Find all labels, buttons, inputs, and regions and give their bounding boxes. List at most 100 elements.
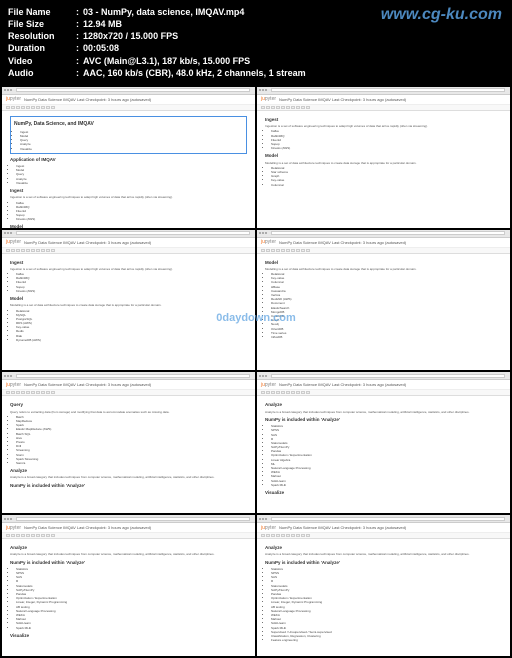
- toolbar-button[interactable]: [261, 249, 265, 252]
- toolbar-button[interactable]: [276, 106, 280, 109]
- list-item: DynamoDB (AWS): [16, 338, 247, 342]
- toolbar-button[interactable]: [271, 391, 275, 394]
- toolbar-button[interactable]: [301, 391, 305, 394]
- toolbar-button[interactable]: [36, 106, 40, 109]
- toolbar-button[interactable]: [41, 106, 45, 109]
- toolbar-button[interactable]: [261, 106, 265, 109]
- toolbar-button[interactable]: [11, 391, 15, 394]
- toolbar-button[interactable]: [6, 391, 10, 394]
- toolbar-button[interactable]: [16, 391, 20, 394]
- watermark-mid: 0daydown.com: [216, 312, 295, 324]
- toolbar-button[interactable]: [41, 391, 45, 394]
- toolbar-button[interactable]: [6, 534, 10, 537]
- toolbar-button[interactable]: [16, 534, 20, 537]
- toolbar-button[interactable]: [41, 534, 45, 537]
- toolbar-button[interactable]: [291, 106, 295, 109]
- toolbar-button[interactable]: [286, 534, 290, 537]
- toolbar-button[interactable]: [281, 106, 285, 109]
- toolbar-button[interactable]: [301, 249, 305, 252]
- toolbar-button[interactable]: [11, 534, 15, 537]
- toolbar-button[interactable]: [276, 534, 280, 537]
- thumbnail-1[interactable]: jupyterNumPy Data Science IMQAV Last Che…: [2, 87, 255, 228]
- toolbar-button[interactable]: [281, 391, 285, 394]
- toolbar-button[interactable]: [46, 534, 50, 537]
- notebook-content: AnalyzeAnalyze is a broad category that …: [257, 396, 510, 500]
- file-name-value: 03 - NumPy, data science, IMQAV.mp4: [83, 6, 244, 18]
- toolbar-button[interactable]: [266, 391, 270, 394]
- toolbar-button[interactable]: [31, 534, 35, 537]
- notebook-content: AnalyzeAnalyze is a broad category that …: [257, 539, 510, 645]
- toolbar-button[interactable]: [46, 391, 50, 394]
- toolbar-button[interactable]: [291, 391, 295, 394]
- toolbar-button[interactable]: [51, 249, 55, 252]
- toolbar-button[interactable]: [31, 106, 35, 109]
- toolbar-button[interactable]: [21, 106, 25, 109]
- jupyter-logo-icon: jupyter: [261, 382, 276, 388]
- toolbar-button[interactable]: [271, 534, 275, 537]
- thumbnail-6[interactable]: jupyterNumPy Data Science IMQAV Last Che…: [257, 372, 510, 513]
- toolbar-button[interactable]: [266, 249, 270, 252]
- toolbar-button[interactable]: [296, 249, 300, 252]
- thumbnail-5[interactable]: jupyterNumPy Data Science IMQAV Last Che…: [2, 372, 255, 513]
- toolbar-button[interactable]: [26, 534, 30, 537]
- toolbar-button[interactable]: [21, 534, 25, 537]
- toolbar-button[interactable]: [16, 249, 20, 252]
- toolbar-button[interactable]: [281, 534, 285, 537]
- toolbar-button[interactable]: [11, 106, 15, 109]
- toolbar-button[interactable]: [271, 106, 275, 109]
- toolbar-button[interactable]: [296, 106, 300, 109]
- section-heading: Visualize: [265, 490, 502, 496]
- video-label: Video: [8, 55, 76, 67]
- toolbar-button[interactable]: [271, 249, 275, 252]
- toolbar-button[interactable]: [291, 249, 295, 252]
- toolbar-button[interactable]: [286, 106, 290, 109]
- thumbnail-7[interactable]: jupyterNumPy Data Science IMQAV Last Che…: [2, 515, 255, 656]
- thumbnail-4[interactable]: jupyterNumPy Data Science IMQAV Last Che…: [257, 230, 510, 371]
- toolbar-button[interactable]: [36, 391, 40, 394]
- toolbar-button[interactable]: [36, 249, 40, 252]
- toolbar-button[interactable]: [36, 534, 40, 537]
- toolbar-button[interactable]: [306, 106, 310, 109]
- toolbar-button[interactable]: [301, 106, 305, 109]
- toolbar-button[interactable]: [51, 391, 55, 394]
- duration-value: 00:05:08: [83, 42, 119, 54]
- toolbar-button[interactable]: [276, 249, 280, 252]
- toolbar-button[interactable]: [21, 249, 25, 252]
- toolbar-button[interactable]: [286, 391, 290, 394]
- toolbar-button[interactable]: [46, 249, 50, 252]
- toolbar-button[interactable]: [266, 534, 270, 537]
- thumbnail-2[interactable]: jupyterNumPy Data Science IMQAV Last Che…: [257, 87, 510, 228]
- toolbar-button[interactable]: [281, 249, 285, 252]
- toolbar-button[interactable]: [306, 534, 310, 537]
- toolbar-button[interactable]: [261, 534, 265, 537]
- toolbar-button[interactable]: [296, 391, 300, 394]
- section-heading: Visualize: [10, 633, 247, 639]
- thumbnail-3[interactable]: jupyterNumPy Data Science IMQAV Last Che…: [2, 230, 255, 371]
- toolbar-button[interactable]: [26, 106, 30, 109]
- toolbar-button[interactable]: [6, 106, 10, 109]
- notebook-title: NumPy Data Science IMQAV Last Checkpoint…: [24, 240, 151, 245]
- toolbar-button[interactable]: [291, 534, 295, 537]
- toolbar-button[interactable]: [31, 249, 35, 252]
- toolbar-button[interactable]: [46, 106, 50, 109]
- toolbar-button[interactable]: [21, 391, 25, 394]
- toolbar-button[interactable]: [301, 534, 305, 537]
- toolbar-button[interactable]: [306, 249, 310, 252]
- toolbar-button[interactable]: [306, 391, 310, 394]
- toolbar-button[interactable]: [16, 106, 20, 109]
- toolbar-button[interactable]: [261, 391, 265, 394]
- toolbar-button[interactable]: [26, 249, 30, 252]
- toolbar-button[interactable]: [6, 249, 10, 252]
- toolbar-button[interactable]: [26, 391, 30, 394]
- toolbar-button[interactable]: [51, 106, 55, 109]
- toolbar-button[interactable]: [296, 534, 300, 537]
- thumbnail-8[interactable]: jupyterNumPy Data Science IMQAV Last Che…: [257, 515, 510, 656]
- toolbar-button[interactable]: [286, 249, 290, 252]
- toolbar-button[interactable]: [41, 249, 45, 252]
- toolbar-button[interactable]: [276, 391, 280, 394]
- toolbar-button[interactable]: [51, 534, 55, 537]
- toolbar-button[interactable]: [11, 249, 15, 252]
- toolbar-button[interactable]: [31, 391, 35, 394]
- toolbar-button[interactable]: [266, 106, 270, 109]
- section-text: Ingestion is a set of software engineeri…: [265, 124, 502, 128]
